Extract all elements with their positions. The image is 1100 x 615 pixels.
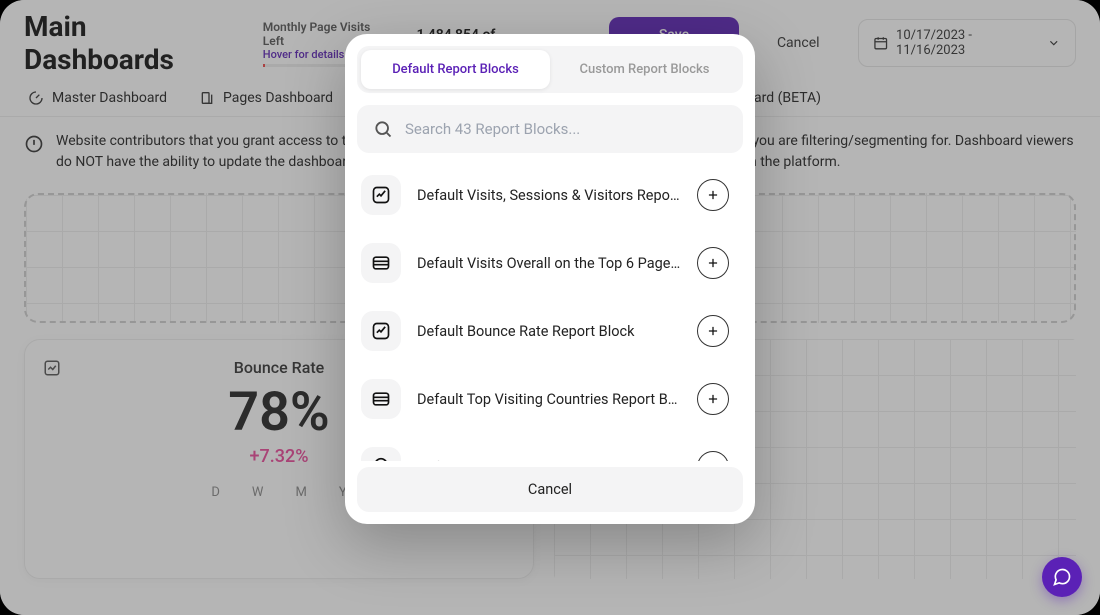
block-item: Default Live Visitors Report Block bbox=[357, 433, 743, 461]
block-icon-box bbox=[361, 175, 401, 215]
add-block-button[interactable] bbox=[697, 247, 729, 279]
block-icon-box bbox=[361, 311, 401, 351]
chart-line-icon bbox=[371, 185, 391, 205]
plus-icon bbox=[706, 256, 720, 270]
block-icon-box bbox=[361, 379, 401, 419]
modal-tabs: Default Report Blocks Custom Report Bloc… bbox=[357, 46, 743, 93]
report-blocks-modal: Default Report Blocks Custom Report Bloc… bbox=[345, 34, 755, 524]
plus-icon bbox=[706, 392, 720, 406]
chat-icon bbox=[1052, 567, 1072, 587]
block-item: Default Top Visiting Countries Report Bl… bbox=[357, 365, 743, 433]
plus-icon bbox=[706, 324, 720, 338]
map-pin-icon bbox=[371, 457, 391, 461]
block-icon-box bbox=[361, 243, 401, 283]
search-icon bbox=[373, 119, 393, 139]
block-label: Default Bounce Rate Report Block bbox=[417, 323, 681, 340]
block-item: Default Bounce Rate Report Block bbox=[357, 297, 743, 365]
chart-line-icon bbox=[371, 321, 391, 341]
block-label: Default Top Visiting Countries Report Bl… bbox=[417, 391, 681, 408]
table-icon bbox=[371, 253, 391, 273]
search-wrap bbox=[357, 105, 743, 153]
block-item: Default Visits Overall on the Top 6 Page… bbox=[357, 229, 743, 297]
add-block-button[interactable] bbox=[697, 179, 729, 211]
search-input[interactable] bbox=[405, 120, 727, 138]
app-window: Main Dashboards Monthly Page Visits Left… bbox=[0, 0, 1100, 615]
add-block-button[interactable] bbox=[697, 383, 729, 415]
modal-cancel-button[interactable]: Cancel bbox=[357, 467, 743, 512]
block-list[interactable]: Default Visits, Sessions & Visitors Repo… bbox=[357, 161, 743, 461]
add-block-button[interactable] bbox=[697, 451, 729, 461]
modal-tab-default[interactable]: Default Report Blocks bbox=[361, 50, 550, 89]
block-label: Default Visits, Sessions & Visitors Repo… bbox=[417, 187, 681, 204]
modal-tab-custom[interactable]: Custom Report Blocks bbox=[550, 50, 739, 89]
plus-icon bbox=[706, 460, 720, 461]
plus-icon bbox=[706, 188, 720, 202]
table-icon bbox=[371, 389, 391, 409]
block-label: Default Visits Overall on the Top 6 Page… bbox=[417, 255, 681, 272]
block-icon-box bbox=[361, 447, 401, 461]
modal-overlay[interactable]: Default Report Blocks Custom Report Bloc… bbox=[0, 0, 1100, 615]
block-item: Default Visits, Sessions & Visitors Repo… bbox=[357, 161, 743, 229]
chat-fab[interactable] bbox=[1042, 557, 1082, 597]
add-block-button[interactable] bbox=[697, 315, 729, 347]
block-label: Default Live Visitors Report Block bbox=[417, 459, 681, 462]
